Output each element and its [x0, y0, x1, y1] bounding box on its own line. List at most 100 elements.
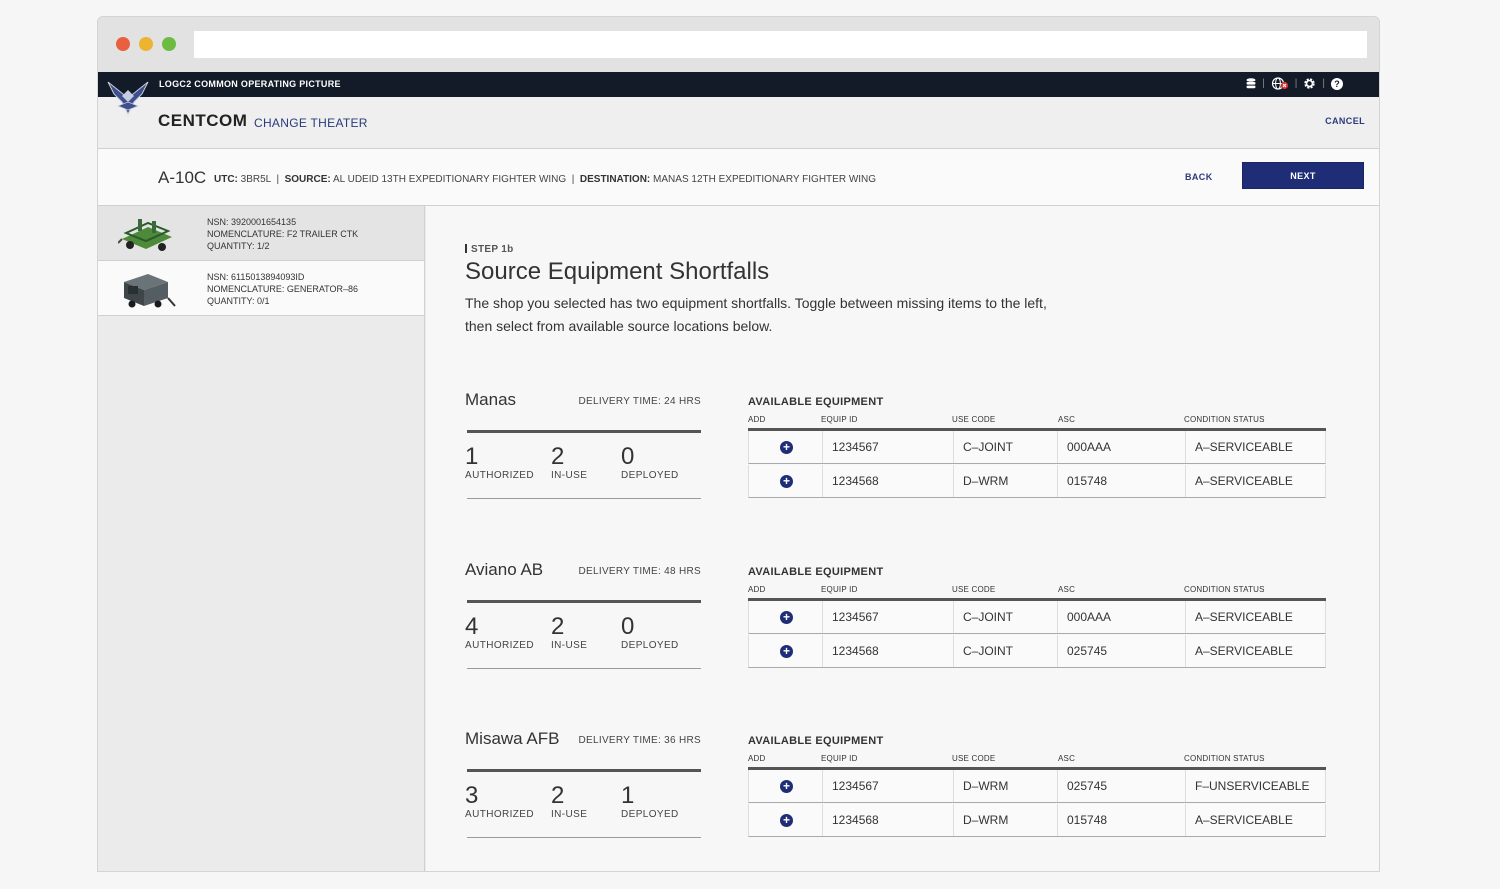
cell-condition: F–UNSERVICEABLE: [1195, 779, 1310, 793]
location-name: Aviano AB: [465, 560, 544, 579]
stat-value: 1: [621, 782, 635, 809]
column-header-add: ADD: [748, 415, 766, 424]
cell-equip-id: 1234567: [832, 610, 879, 624]
cell-condition: A–SERVICEABLE: [1195, 474, 1293, 488]
cell-asc: 015748: [1067, 813, 1108, 827]
air-force-logo: [107, 81, 149, 116]
divider: [467, 600, 701, 603]
cell-equip-id: 1234567: [832, 440, 879, 454]
item-meta: NSN: 3920001654135 NOMENCLATURE: F2 TRAI…: [207, 216, 358, 252]
divider: [467, 430, 701, 433]
stat-in-use: 2 IN-USE: [551, 444, 587, 482]
generator-image: [124, 274, 176, 308]
shortfall-sidebar: NSN: 3920001654135 NOMENCLATURE: F2 TRAI…: [98, 206, 425, 871]
add-icon[interactable]: +: [780, 611, 793, 624]
next-button[interactable]: NEXT: [1242, 162, 1364, 189]
cell-divider: [1057, 770, 1058, 802]
cell-divider: [1057, 804, 1058, 836]
separator: |: [1294, 78, 1298, 89]
table-row: + 1234567 D–WRM 025745 F–UNSERVICEABLE: [748, 770, 1326, 803]
cell-divider: [822, 635, 823, 667]
stat-label: AUTHORIZED: [465, 640, 534, 651]
stat-label: AUTHORIZED: [465, 809, 534, 820]
help-icon[interactable]: ?: [1331, 77, 1343, 90]
change-theater-link[interactable]: CHANGE THEATER: [254, 116, 368, 130]
divider: [467, 769, 701, 772]
divider: [467, 668, 701, 669]
cell-equip-id: 1234568: [832, 813, 879, 827]
cell-asc: 000AAA: [1067, 610, 1112, 624]
cell-divider: [1057, 465, 1058, 497]
source-label: SOURCE:: [284, 174, 331, 185]
close-window-icon[interactable]: [116, 37, 130, 51]
stat-value: 0: [621, 613, 635, 640]
gear-icon[interactable]: [1303, 77, 1316, 90]
table-row: + 1234567 C–JOINT 000AAA A–SERVICEABLE: [748, 601, 1326, 634]
cell-asc: 015748: [1067, 474, 1108, 488]
minimize-window-icon[interactable]: [139, 37, 153, 51]
location-name: Misawa AFB: [465, 729, 560, 748]
header-tools: | | | ?: [1246, 77, 1343, 90]
cell-divider: [822, 465, 823, 497]
stat-label: DEPLOYED: [621, 470, 679, 481]
cell-condition: A–SERVICEABLE: [1195, 813, 1293, 827]
column-header-add: ADD: [748, 754, 766, 763]
page-title: Source Equipment Shortfalls: [465, 258, 770, 285]
back-button[interactable]: BACK: [1185, 172, 1213, 182]
theater-bar: CENTCOM CHANGE THEATER CANCEL: [98, 97, 1379, 149]
item-nomenclature: NOMENCLATURE: GENERATOR–86: [207, 284, 359, 294]
cell-divider: [1057, 431, 1058, 463]
cell-divider: [953, 601, 954, 633]
step-indicator: STEP 1b: [465, 244, 514, 255]
cell-condition: A–SERVICEABLE: [1195, 610, 1293, 624]
location-name: Manas: [465, 390, 517, 409]
aircraft-type: A-10C: [158, 168, 207, 187]
add-icon[interactable]: +: [780, 814, 793, 827]
add-icon[interactable]: +: [780, 645, 793, 658]
available-equipment-title: AVAILABLE EQUIPMENT: [748, 566, 884, 578]
add-icon[interactable]: +: [780, 441, 793, 454]
column-header-asc: ASC: [1058, 585, 1076, 594]
shortfall-item-generator[interactable]: NSN: 6115013894093ID NOMENCLATURE: GENER…: [98, 261, 424, 316]
add-icon[interactable]: +: [780, 475, 793, 488]
browser-window: LOGC2 COMMON OPERATING PICTURE | | | ? C…: [97, 16, 1380, 872]
table-row: + 1234568 D–WRM 015748 A–SERVICEABLE: [748, 465, 1326, 498]
separator: |: [1322, 78, 1325, 89]
theater-name: CENTCOM: [158, 111, 248, 130]
shortfall-item-trailer[interactable]: NSN: 3920001654135 NOMENCLATURE: F2 TRAI…: [98, 206, 424, 261]
column-header-equip-id: EQUIP ID: [821, 415, 858, 424]
cell-condition: A–SERVICEABLE: [1195, 440, 1293, 454]
column-header-condition: CONDITION STATUS: [1184, 585, 1265, 594]
page-description: The shop you selected has two equipment …: [465, 295, 1047, 334]
cell-use-code: D–WRM: [963, 813, 1009, 827]
table-row: + 1234568 C–JOINT 025745 A–SERVICEABLE: [748, 635, 1326, 668]
cell-divider: [822, 770, 823, 802]
column-header-use-code: USE CODE: [952, 754, 996, 763]
cell-divider: [953, 635, 954, 667]
delivery-time: DELIVERY TIME: 36 HRS: [578, 735, 701, 746]
database-icon[interactable]: [1246, 77, 1256, 90]
cell-equip-id: 1234567: [832, 779, 879, 793]
stat-in-use: 2 IN-USE: [551, 614, 587, 652]
address-bar[interactable]: [194, 31, 1367, 58]
separator: |: [1262, 78, 1265, 89]
destination-value: MANAS 12TH EXPEDITIONARY FIGHTER WING: [653, 174, 877, 185]
cancel-button[interactable]: CANCEL: [1325, 116, 1365, 126]
table-row: + 1234567 C–JOINT 000AAA A–SERVICEABLE: [748, 431, 1326, 464]
item-quantity: QUANTITY: 0/1: [207, 296, 270, 306]
stat-label: DEPLOYED: [621, 809, 679, 820]
cell-divider: [953, 804, 954, 836]
cell-divider: [1057, 601, 1058, 633]
cell-divider: [1185, 601, 1186, 633]
browser-chrome: [98, 17, 1379, 72]
cell-divider: [953, 465, 954, 497]
cell-divider: [822, 804, 823, 836]
source-value: AL UDEID 13TH EXPEDITIONARY FIGHTER WING: [332, 174, 567, 185]
cell-condition: A–SERVICEABLE: [1195, 644, 1293, 658]
column-header-condition: CONDITION STATUS: [1184, 754, 1265, 763]
maximize-window-icon[interactable]: [162, 37, 176, 51]
globe-icon[interactable]: [1271, 77, 1289, 90]
add-icon[interactable]: +: [780, 780, 793, 793]
column-header-equip-id: EQUIP ID: [821, 754, 858, 763]
utc-label: UTC:: [214, 174, 238, 185]
